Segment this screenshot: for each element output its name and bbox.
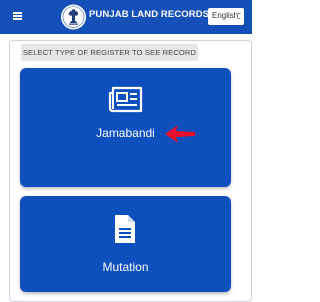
- red-arrow-icon: [165, 125, 195, 143]
- mutation-card[interactable]: Mutation: [20, 196, 231, 292]
- language-select-value: English: [212, 11, 239, 20]
- language-select[interactable]: English: [208, 8, 244, 25]
- jamabandi-label: Jamabandi: [96, 126, 155, 140]
- state-emblem-icon: [61, 4, 86, 30]
- mutation-label: Mutation: [102, 260, 149, 274]
- app-title: PUNJAB LAND RECORDS: [89, 9, 210, 20]
- app-header: PUNJAB LAND RECORDS English: [0, 0, 252, 34]
- hamburger-menu-icon[interactable]: [13, 12, 22, 20]
- chevron-down-icon: [237, 13, 241, 19]
- section-label: SELECT TYPE OF REGISTER TO SEE RECORD: [21, 44, 198, 61]
- document-icon: [115, 215, 135, 243]
- newspaper-icon: [108, 86, 143, 113]
- jamabandi-card[interactable]: Jamabandi: [20, 68, 231, 187]
